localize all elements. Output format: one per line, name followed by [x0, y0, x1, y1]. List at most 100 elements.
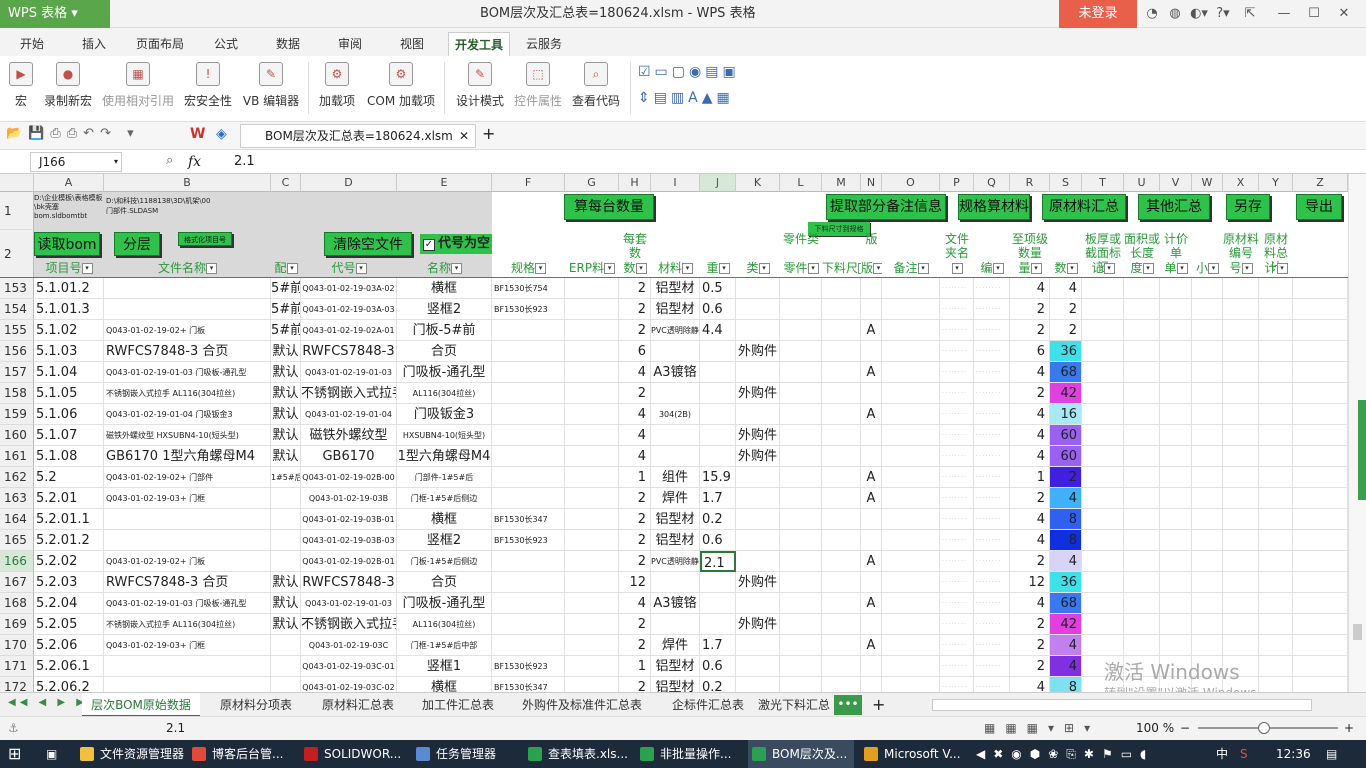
cell-d[interactable]: Q043-01-02-19-03C: [301, 635, 397, 656]
cell-k[interactable]: 外购件: [736, 383, 780, 404]
cell-i[interactable]: 焊件: [651, 635, 700, 656]
cell-a[interactable]: 5.2.01.2: [34, 530, 104, 551]
row-header[interactable]: 154: [0, 299, 34, 320]
cell-v[interactable]: [1160, 467, 1192, 488]
cell-r[interactable]: 4: [1010, 530, 1050, 551]
cell-q[interactable]: · · · · · · · ·: [974, 488, 1010, 509]
row-header[interactable]: 171: [0, 656, 34, 677]
cell-p[interactable]: · · · · · · · ·: [940, 593, 974, 614]
filter-header[interactable]: 小 ▾: [1192, 260, 1223, 276]
cell-n[interactable]: [861, 614, 882, 635]
filter-dropdown-icon[interactable]: ▾: [951, 263, 963, 274]
filter-header[interactable]: 备注 ▾: [882, 260, 940, 276]
cell-p[interactable]: · · · · · · · ·: [940, 551, 974, 572]
cell-f[interactable]: BF1530长347: [492, 509, 565, 530]
cell-q[interactable]: · · · · · · · ·: [974, 404, 1010, 425]
cell-e[interactable]: 门吸钣金3: [397, 404, 492, 425]
row-header[interactable]: 153: [0, 278, 34, 299]
cell-d[interactable]: Q043-01-02-19-02B-01: [301, 551, 397, 572]
cell-t[interactable]: [1082, 551, 1124, 572]
cell-i[interactable]: 铝型材: [651, 278, 700, 299]
cell-h[interactable]: 2: [619, 530, 651, 551]
cell-r[interactable]: 4: [1010, 278, 1050, 299]
row-header[interactable]: 159: [0, 404, 34, 425]
cell-z[interactable]: [1293, 320, 1348, 341]
taskbar-bom[interactable]: BOM层次及...: [748, 740, 854, 768]
cell-c[interactable]: 默认: [271, 593, 301, 614]
cell-h[interactable]: 4: [619, 446, 651, 467]
cell-u[interactable]: [1124, 383, 1160, 404]
column-header[interactable]: D: [301, 174, 397, 192]
filter-dropdown-icon[interactable]: ▾: [682, 263, 693, 274]
cell-e[interactable]: 门部件-1#5#后: [397, 467, 492, 488]
cell-d[interactable]: Q043-01-02-19-03A-03: [301, 299, 397, 320]
cell-z[interactable]: [1293, 299, 1348, 320]
filter-dropdown-icon[interactable]: ▾: [1066, 263, 1078, 274]
document-tab[interactable]: BOM层次及汇总表=180624.xlsm ✕: [240, 124, 476, 148]
cell-p[interactable]: · · · · · · · ·: [940, 362, 974, 383]
cell-u[interactable]: [1124, 299, 1160, 320]
cell-u[interactable]: [1124, 509, 1160, 530]
cell-i[interactable]: A3镀铬: [651, 593, 700, 614]
addins-button[interactable]: ⚙ 加载项: [316, 60, 358, 118]
cell-w[interactable]: [1192, 362, 1223, 383]
cell-z[interactable]: [1293, 362, 1348, 383]
column-header[interactable]: K: [736, 174, 780, 192]
cell-s[interactable]: 4: [1050, 488, 1082, 509]
filter-header[interactable]: 数 ▾: [1050, 260, 1082, 276]
cell-t[interactable]: [1082, 488, 1124, 509]
cell-f[interactable]: BF1530长754: [492, 278, 565, 299]
cell-k[interactable]: [736, 635, 780, 656]
relative-ref-button[interactable]: ▦ 使用相对引用: [100, 60, 176, 118]
column-header[interactable]: F: [492, 174, 565, 192]
new-tab-icon[interactable]: +: [482, 124, 495, 143]
app-menu-button[interactable]: WPS 表格 ▾: [0, 0, 110, 28]
cell-i[interactable]: PVC透明除静电: [651, 551, 700, 572]
name-box[interactable]: J166 ▾: [30, 152, 122, 172]
cell-f[interactable]: [492, 467, 565, 488]
cell-q[interactable]: · · · · · · · ·: [974, 299, 1010, 320]
cell-h[interactable]: 2: [619, 320, 651, 341]
row-header[interactable]: 2: [0, 230, 34, 278]
row-header[interactable]: 166: [0, 551, 34, 572]
cell-k[interactable]: [736, 299, 780, 320]
vb-editor-button[interactable]: ✎ VB 编辑器: [240, 60, 302, 118]
cell-l[interactable]: [780, 509, 822, 530]
taskbar-solidworks[interactable]: SOLIDWOR...: [300, 740, 406, 768]
filter-header[interactable]: 号 ▾: [1223, 260, 1259, 276]
filter-header[interactable]: ERP料 ▾: [565, 260, 619, 276]
cell-e[interactable]: 竖框2: [397, 530, 492, 551]
read-bom-button[interactable]: 读取bom: [34, 232, 100, 256]
cell-x[interactable]: [1223, 299, 1259, 320]
cell-m[interactable]: [822, 488, 861, 509]
cell-m[interactable]: [822, 299, 861, 320]
cell-n[interactable]: A: [861, 593, 882, 614]
cell-z[interactable]: [1293, 572, 1348, 593]
horizontal-scrollbar[interactable]: [932, 699, 1312, 711]
sheet-tab-raw-items[interactable]: 原材料分项表: [220, 693, 292, 717]
cell-t[interactable]: [1082, 530, 1124, 551]
cell-q[interactable]: · · · · · · · ·: [974, 467, 1010, 488]
cell-t[interactable]: [1082, 278, 1124, 299]
row-header[interactable]: 157: [0, 362, 34, 383]
cell-n[interactable]: [861, 530, 882, 551]
cell-l[interactable]: [780, 551, 822, 572]
format-item-button[interactable]: 格式化项目号: [178, 232, 232, 246]
cell-y[interactable]: [1259, 446, 1293, 467]
cell-l[interactable]: [780, 593, 822, 614]
cell-c[interactable]: 默认: [271, 614, 301, 635]
cell-u[interactable]: [1124, 320, 1160, 341]
cell-q[interactable]: · · · · · · · ·: [974, 635, 1010, 656]
column-header[interactable]: B: [104, 174, 271, 192]
cell-s[interactable]: 2: [1050, 320, 1082, 341]
cell-e[interactable]: 竖框2: [397, 299, 492, 320]
cell-p[interactable]: · · · · · · · ·: [940, 446, 974, 467]
cell-y[interactable]: [1259, 299, 1293, 320]
row-header[interactable]: 168: [0, 593, 34, 614]
spreadsheet-grid[interactable]: A B C D E F G H I J K L M N O P Q R S T U V W X Y Z 1 D:\企业模板\表格模板\…: [0, 174, 1348, 692]
cell-s[interactable]: 8: [1050, 509, 1082, 530]
filter-dropdown-icon[interactable]: ▾: [1276, 263, 1288, 274]
record-macro-button[interactable]: ● 录制新宏: [42, 60, 94, 118]
cell-j[interactable]: 0.6: [700, 656, 736, 677]
cell-l[interactable]: [780, 446, 822, 467]
